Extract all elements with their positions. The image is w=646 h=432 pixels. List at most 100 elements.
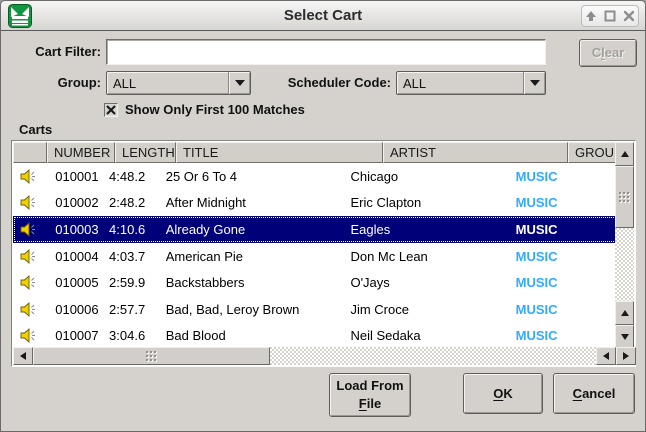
carts-table-viewport: NUMBER LENGTH TITLE ARTIST GROUP 010001 … [13, 142, 617, 349]
column-header-number[interactable]: NUMBER [47, 142, 115, 163]
cart-row[interactable]: 010003 4:10.6 Already Gone Eagles MUSIC [13, 216, 617, 243]
column-header-title[interactable]: TITLE [176, 142, 383, 163]
load-from-file-button[interactable]: Load FromFile [329, 373, 411, 417]
table-header: NUMBER LENGTH TITLE ARTIST GROUP [13, 142, 617, 163]
horizontal-scroll-thumb[interactable] [33, 347, 270, 365]
window-controls [581, 5, 639, 27]
speaker-icon [20, 328, 37, 343]
speaker-icon [20, 222, 37, 237]
scroll-up-button-bottom[interactable] [615, 301, 634, 325]
vertical-scrollbar[interactable] [615, 142, 634, 349]
scroll-right-button[interactable] [616, 347, 636, 365]
cart-icon-cell [13, 190, 43, 217]
cart-title: American Pie [160, 243, 345, 270]
cart-title: Backstabbers [160, 269, 345, 296]
cart-title: Bad Blood [160, 322, 345, 349]
cart-artist: Eagles [344, 216, 509, 243]
cart-artist: Chicago [344, 163, 509, 190]
cart-title: Bad, Bad, Leroy Brown [160, 296, 345, 323]
cart-artist: Neil Sedaka [344, 322, 509, 349]
cart-group: MUSIC [510, 243, 617, 270]
horizontal-scroll-track[interactable] [270, 347, 596, 365]
select-cart-dialog: Select Cart Cart Filter: Clear Group: AL… [0, 0, 646, 432]
cart-number: 010006 [43, 296, 105, 323]
close-button[interactable] [622, 9, 636, 23]
cart-number: 010007 [43, 322, 105, 349]
scheduler-code-selected-value: ALL [397, 76, 523, 91]
maximize-button[interactable] [603, 9, 617, 23]
column-header-length[interactable]: LENGTH [115, 142, 176, 163]
cart-group: MUSIC [510, 163, 617, 190]
cart-length: 2:59.9 [105, 269, 160, 296]
cart-row[interactable]: 010004 4:03.7 American Pie Don Mc Lean M… [13, 243, 617, 270]
cart-artist: Eric Clapton [344, 190, 509, 217]
show-only-checkbox[interactable] [104, 103, 118, 117]
scroll-left-button[interactable] [13, 347, 33, 365]
cart-length: 3:04.6 [105, 322, 160, 349]
column-header-group[interactable]: GROUP [568, 142, 617, 163]
ok-button[interactable]: OK [463, 373, 543, 414]
cart-artist: Jim Croce [344, 296, 509, 323]
cart-number: 010004 [43, 243, 105, 270]
scheduler-code-label: Scheduler Code: [281, 71, 391, 95]
clear-button[interactable]: Clear [579, 39, 637, 67]
cart-number: 010005 [43, 269, 105, 296]
cart-group: MUSIC [510, 190, 617, 217]
cart-group: MUSIC [510, 322, 617, 349]
cart-length: 2:57.7 [105, 296, 160, 323]
group-select[interactable]: ALL [106, 71, 251, 95]
group-label: Group: [11, 71, 101, 95]
cart-filter-input[interactable] [106, 39, 546, 65]
titlebar[interactable]: Select Cart [1, 1, 645, 31]
speaker-icon [20, 195, 37, 210]
carts-section-label: Carts [19, 122, 52, 137]
table-body: 010001 4:48.2 25 Or 6 To 4 Chicago MUSIC… [13, 163, 617, 349]
cart-icon-cell [13, 322, 43, 349]
cart-row[interactable]: 010001 4:48.2 25 Or 6 To 4 Chicago MUSIC [13, 163, 617, 190]
cart-icon-cell [13, 216, 43, 243]
cart-artist: O'Jays [344, 269, 509, 296]
scroll-left-button-right[interactable] [596, 347, 616, 365]
cart-length: 4:03.7 [105, 243, 160, 270]
cart-icon-cell [13, 269, 43, 296]
cart-group: MUSIC [510, 296, 617, 323]
cart-number: 010003 [43, 216, 105, 243]
window-title: Select Cart [1, 1, 645, 31]
vertical-scroll-thumb[interactable] [615, 166, 634, 228]
speaker-icon [20, 249, 37, 264]
carts-table: NUMBER LENGTH TITLE ARTIST GROUP 010001 … [11, 140, 636, 367]
speaker-icon [20, 275, 37, 290]
show-only-label: Show Only First 100 Matches [125, 102, 305, 117]
cancel-button[interactable]: Cancel [553, 373, 635, 414]
horizontal-scrollbar[interactable] [13, 347, 636, 365]
chevron-down-icon [523, 72, 545, 94]
cart-group: MUSIC [510, 216, 617, 243]
cart-title: After Midnight [160, 190, 345, 217]
group-selected-value: ALL [107, 76, 228, 91]
cart-icon-cell [13, 296, 43, 323]
speaker-icon [20, 302, 37, 317]
column-header-icon[interactable] [13, 142, 47, 163]
cart-number: 010001 [43, 163, 105, 190]
cart-group: MUSIC [510, 269, 617, 296]
speaker-icon [20, 169, 37, 184]
chevron-down-icon [228, 72, 250, 94]
cart-row[interactable]: 010007 3:04.6 Bad Blood Neil Sedaka MUSI… [13, 322, 617, 349]
cart-length: 4:48.2 [105, 163, 160, 190]
shade-button[interactable] [584, 9, 598, 23]
cart-number: 010002 [43, 190, 105, 217]
cart-row[interactable]: 010005 2:59.9 Backstabbers O'Jays MUSIC [13, 269, 617, 296]
cart-icon-cell [13, 243, 43, 270]
cart-title: 25 Or 6 To 4 [160, 163, 345, 190]
cart-length: 4:10.6 [105, 216, 160, 243]
scroll-down-button[interactable] [615, 325, 634, 349]
column-header-artist[interactable]: ARTIST [383, 142, 568, 163]
vertical-scroll-track[interactable] [615, 228, 634, 301]
scheduler-code-select[interactable]: ALL [396, 71, 546, 95]
cart-icon-cell [13, 163, 43, 190]
cart-filter-label: Cart Filter: [11, 39, 101, 65]
cart-title: Already Gone [160, 216, 345, 243]
cart-row[interactable]: 010006 2:57.7 Bad, Bad, Leroy Brown Jim … [13, 296, 617, 323]
cart-row[interactable]: 010002 2:48.2 After Midnight Eric Clapto… [13, 190, 617, 217]
scroll-up-button[interactable] [615, 142, 634, 166]
